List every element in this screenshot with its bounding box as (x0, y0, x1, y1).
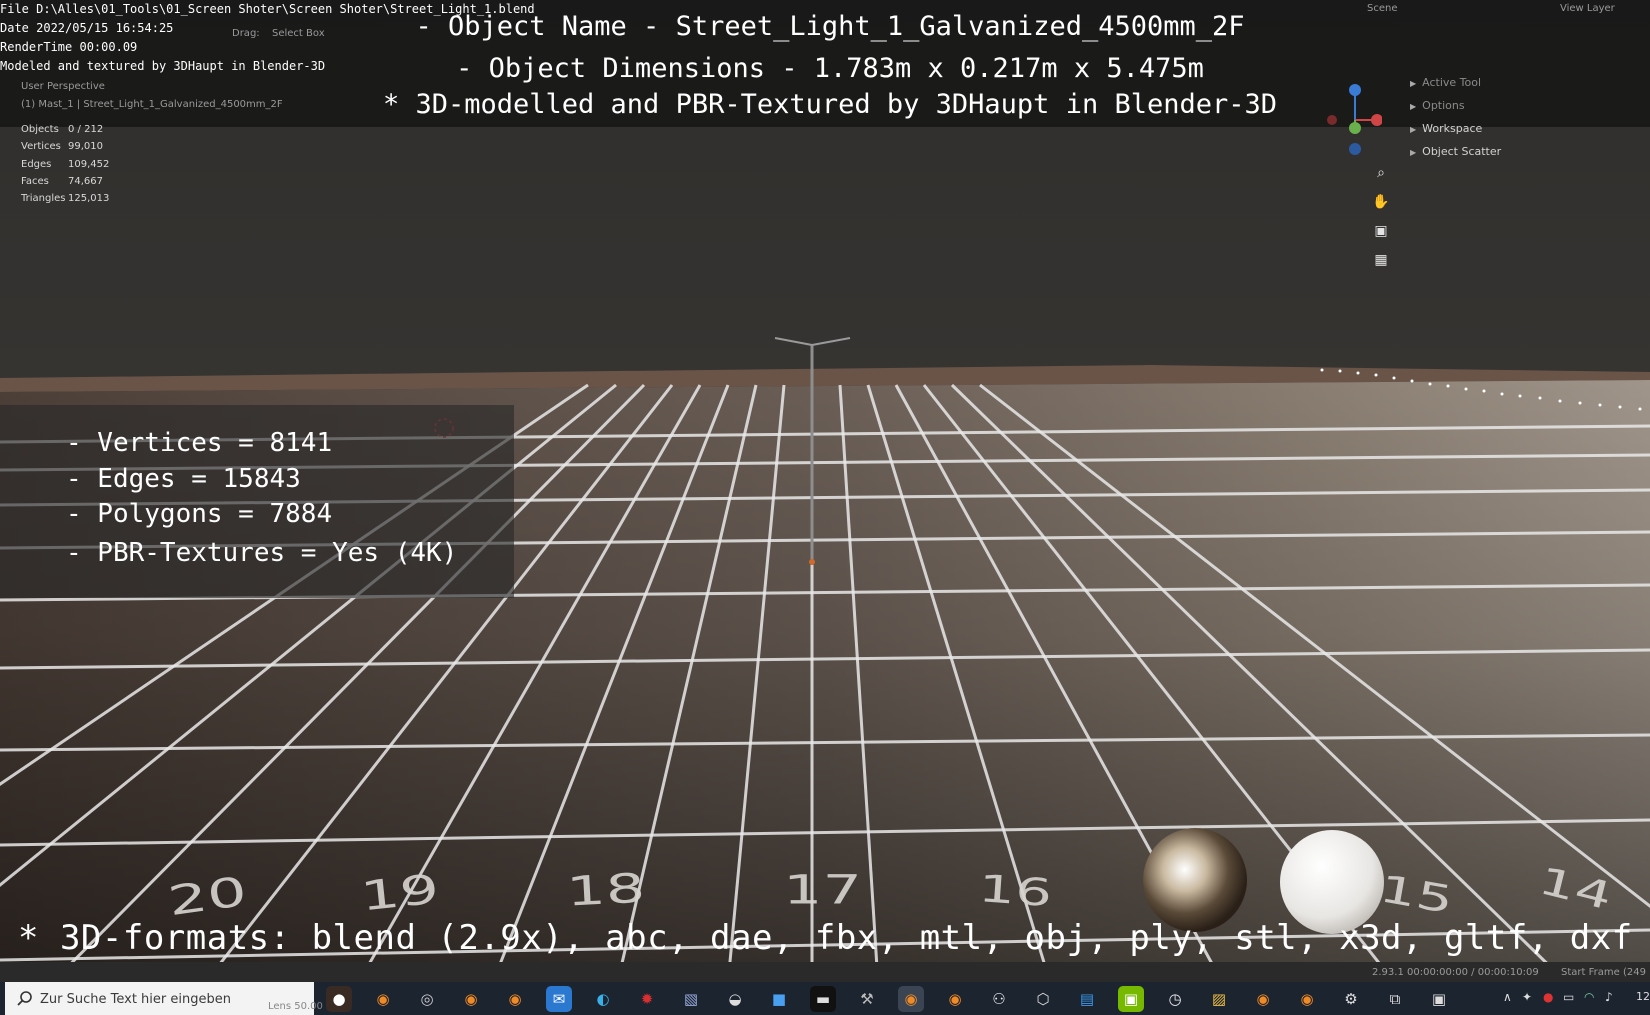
sidebar-panel-item[interactable]: ▶ Active Tool (1410, 76, 1481, 89)
blender-icon[interactable]: ◉ (898, 986, 924, 1012)
spider-icon[interactable]: ✹ (634, 986, 660, 1012)
network-icon[interactable]: ✦ (1522, 990, 1532, 1004)
folder-icon[interactable]: ▨ (1206, 986, 1232, 1012)
stat-key: Vertices (21, 141, 61, 153)
stat-value: 125,013 (68, 193, 110, 205)
terminal-icon[interactable]: ▬ (810, 986, 836, 1012)
start-frame-label: Start Frame (249 le (1561, 967, 1650, 978)
notepad-icon[interactable]: ▧ (678, 986, 704, 1012)
window-switch-icon[interactable]: ⧉ (1382, 986, 1408, 1012)
viewport-mode-label: User Perspective (21, 81, 105, 92)
panda-icon[interactable]: ⚇ (986, 986, 1012, 1012)
security-icon[interactable]: ● (1543, 990, 1553, 1004)
calendar-icon[interactable]: ▤ (1074, 986, 1100, 1012)
stat-value: 109,452 (68, 158, 110, 170)
date-line: Date 2022/05/15 16:54:25 (0, 21, 174, 35)
blender-icon[interactable]: ◉ (1294, 986, 1320, 1012)
wifi-icon[interactable]: ◠ (1584, 990, 1594, 1004)
zoom-icon[interactable]: ⌕ (1372, 164, 1390, 182)
chat-icon[interactable]: ■ (766, 986, 792, 1012)
edge-browser-icon[interactable]: ◐ (590, 986, 616, 1012)
chevron-up-icon[interactable]: ∧ (1503, 990, 1512, 1004)
expand-arrow-icon: ▶ (1410, 125, 1417, 134)
grid-perspective-icon[interactable]: ▦ (1372, 251, 1390, 269)
stat-key: Objects (21, 124, 59, 135)
stat-row: Vertices 99,010 (21, 141, 103, 152)
chrome-sphere (1143, 828, 1247, 932)
object-dimensions-heading: - Object Dimensions - 1.783m x 0.217m x … (456, 53, 1204, 84)
sidebar-panel-label: Options (1422, 99, 1465, 112)
expand-arrow-icon: ▶ (1410, 79, 1417, 88)
blender-icon[interactable]: ◉ (458, 986, 484, 1012)
view-layer-selector[interactable]: View Layer (1560, 3, 1615, 14)
drag-select-dropdown[interactable]: Select Box (272, 28, 325, 39)
credit-heading: * 3D-modelled and PBR-Textured by 3DHaup… (382, 89, 1278, 120)
sidebar-panel-label: Object Scatter (1422, 145, 1502, 158)
obs-icon[interactable]: ◎ (414, 986, 440, 1012)
mail-icon[interactable]: ✉ (546, 986, 572, 1012)
stat-row: Triangles 125,013 (21, 193, 109, 204)
expand-arrow-icon: ▶ (1410, 102, 1417, 111)
floor-number: 18 (565, 863, 647, 916)
stat-row: Edges 109,452 (21, 159, 109, 170)
stat-value: 0 / 212 (68, 124, 104, 135)
sidebar-panel-item[interactable]: ▶ Workspace (1410, 122, 1482, 135)
search-placeholder: Zur Suche Text hier eingeben (40, 992, 231, 1007)
drag-label: Drag: (232, 28, 260, 39)
stat-key: Faces (21, 175, 49, 187)
expand-arrow-icon: ▶ (1410, 148, 1417, 157)
pan-hand-icon[interactable]: ✋ (1372, 193, 1390, 211)
modeled-by-line: Modeled and textured by 3DHaupt in Blend… (0, 59, 326, 73)
clock-app-icon[interactable]: ◷ (1162, 986, 1188, 1012)
vertices-count: - Vertices = 8141 (66, 428, 333, 458)
lens-label: Lens 50.00 (268, 1001, 323, 1012)
gear-icon[interactable]: ⚙ (1338, 986, 1364, 1012)
blender-icon[interactable]: ◉ (1250, 986, 1276, 1012)
floor-number: 17 (783, 866, 862, 914)
remote-desktop-icon[interactable]: ▣ (1426, 986, 1452, 1012)
sidebar-panel-item[interactable]: ▶ Options (1410, 99, 1465, 112)
volume-icon[interactable]: ♪ (1605, 990, 1613, 1004)
cube-icon[interactable]: ⬡ (1030, 986, 1056, 1012)
blender-viewport[interactable]: 20 19 18 17 16 15 14 Drag: Select Box Scene Vi… (0, 0, 1650, 1015)
stat-row: Objects 0 / 212 (21, 124, 103, 135)
pbr-textures-info: - PBR-Textures = Yes (4K) (66, 538, 458, 568)
object-name-heading: - Object Name - Street_Light_1_Galvanize… (415, 11, 1245, 42)
navigation-gizmo[interactable] (1322, 80, 1382, 160)
stat-value: 99,010 (68, 141, 103, 153)
blender-icon[interactable]: ◉ (502, 986, 528, 1012)
file-formats-line: * 3D-formats: blend (2.9x), abc, dae, fb… (18, 918, 1633, 958)
scene-selector[interactable]: Scene (1367, 3, 1398, 14)
sidebar-panel-label: Active Tool (1422, 76, 1482, 89)
stat-value: 74,667 (68, 175, 103, 187)
clock-label[interactable]: 12. (1636, 990, 1650, 1003)
blender-icon[interactable]: ◉ (370, 986, 396, 1012)
stat-key: Edges (21, 158, 52, 170)
search-icon (17, 991, 32, 1006)
render-time-line: RenderTime 00:00.09 (0, 40, 138, 54)
nvidia-icon[interactable]: ▣ (1118, 986, 1144, 1012)
stat-key: Triangles (21, 193, 66, 205)
active-object-label: (1) Mast_1 | Street_Light_1_Galvanized_4… (21, 99, 283, 110)
sidebar-panel-item[interactable]: ▶ Object Scatter (1410, 145, 1501, 158)
tools-icon[interactable]: ⚒ (854, 986, 880, 1012)
floor-number: 16 (976, 866, 1054, 916)
paint-icon[interactable]: ◒ (722, 986, 748, 1012)
edges-count: - Edges = 15843 (66, 464, 301, 494)
sidebar-panel-label: Workspace (1422, 122, 1483, 135)
polygons-count: - Polygons = 7884 (66, 499, 333, 529)
version-timecode: 2.93.1 00:00:00:00 / 00:00:10:09 (1372, 967, 1539, 978)
firefox-icon[interactable]: ● (326, 986, 352, 1012)
blender-icon[interactable]: ◉ (942, 986, 968, 1012)
stat-row: Faces 74,667 (21, 176, 103, 187)
floor-number: 19 (358, 864, 442, 921)
camera-view-icon[interactable]: ▣ (1372, 222, 1390, 240)
battery-icon[interactable]: ▭ (1563, 990, 1574, 1004)
